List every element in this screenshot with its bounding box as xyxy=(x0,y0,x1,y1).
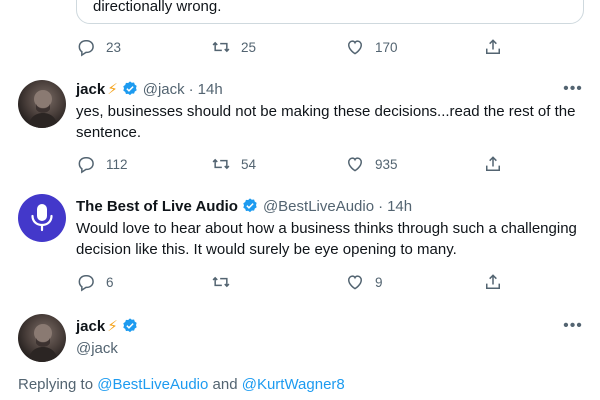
tweet-text: Would love to hear about how a business … xyxy=(76,220,577,258)
mention-link[interactable]: @BestLiveAudio xyxy=(97,376,208,393)
reply-count: 112 xyxy=(106,156,128,172)
like-count: 935 xyxy=(375,156,398,172)
heart-icon xyxy=(347,275,363,290)
handle[interactable]: @BestLiveAudio xyxy=(263,198,374,215)
heart-icon xyxy=(347,157,363,172)
retweet-button[interactable] xyxy=(211,270,231,294)
retweet-count: 25 xyxy=(241,39,257,55)
share-button[interactable] xyxy=(483,270,503,294)
avatar[interactable] xyxy=(18,194,66,242)
like-button[interactable]: 170 xyxy=(345,35,398,59)
display-name[interactable]: jack xyxy=(76,81,105,98)
retweet-count: 54 xyxy=(241,156,257,172)
lightning-icon: ⚡ xyxy=(107,318,118,335)
reply-button[interactable]: 23 xyxy=(76,35,121,59)
tweet-header: jack ⚡ xyxy=(76,316,139,336)
retweet-icon xyxy=(212,158,230,170)
like-count: 170 xyxy=(375,39,398,55)
tweet-header: The Best of Live Audio @BestLiveAudio · … xyxy=(76,196,412,216)
reply-icon xyxy=(78,275,94,292)
reply-button[interactable]: 112 xyxy=(76,152,128,176)
heart-icon xyxy=(347,40,363,55)
like-button[interactable]: 935 xyxy=(345,152,398,176)
display-name[interactable]: jack xyxy=(76,318,105,335)
replying-to: Replying to @BestLiveAudio and @KurtWagn… xyxy=(18,376,345,393)
tweet-actions: 6 9 xyxy=(76,270,516,294)
reply-button[interactable]: 6 xyxy=(76,270,114,294)
mention-link[interactable]: @KurtWagner8 xyxy=(242,376,345,393)
tweet-actions: 23 25 170 xyxy=(76,35,516,59)
share-button[interactable] xyxy=(483,35,503,59)
share-icon xyxy=(486,39,500,54)
retweet-button[interactable]: 25 xyxy=(211,35,256,59)
like-button[interactable]: 9 xyxy=(345,270,383,294)
separator-dot: · xyxy=(378,197,384,215)
display-name[interactable]: The Best of Live Audio xyxy=(76,198,238,215)
quoted-tweet-card[interactable]: directionally wrong. xyxy=(76,0,584,24)
share-icon xyxy=(486,156,500,171)
replying-and-label: and xyxy=(208,376,242,393)
avatar[interactable] xyxy=(18,80,66,128)
retweet-icon xyxy=(212,276,230,288)
lightning-icon: ⚡ xyxy=(107,81,118,98)
reply-icon xyxy=(78,40,94,57)
reply-count: 23 xyxy=(106,39,122,55)
tweet-header-handle: @jack xyxy=(76,338,118,358)
timestamp[interactable]: 14h xyxy=(387,198,412,215)
tweet-text: yes, businesses should not be making the… xyxy=(76,103,576,141)
retweet-button[interactable]: 54 xyxy=(211,152,256,176)
reply-count: 6 xyxy=(106,274,114,290)
handle[interactable]: @jack xyxy=(143,81,185,98)
tweet-actions: 112 54 935 xyxy=(76,152,516,176)
separator-dot: · xyxy=(188,80,194,98)
share-icon xyxy=(486,274,500,289)
verified-badge-icon xyxy=(123,81,137,96)
replying-to-label: Replying to xyxy=(18,376,98,393)
person-photo-icon xyxy=(28,90,58,128)
like-count: 9 xyxy=(375,274,383,290)
reply-icon xyxy=(78,157,94,174)
more-options-button[interactable]: ••• xyxy=(562,317,584,335)
more-options-button[interactable]: ••• xyxy=(562,80,584,98)
timestamp[interactable]: 14h xyxy=(198,81,223,98)
person-photo-icon xyxy=(28,324,58,362)
share-button[interactable] xyxy=(483,152,503,176)
verified-badge-icon xyxy=(123,318,137,333)
avatar[interactable] xyxy=(18,314,66,362)
quoted-tweet-text: directionally wrong. xyxy=(93,0,222,15)
handle[interactable]: @jack xyxy=(76,340,118,357)
microphone-icon xyxy=(31,204,53,232)
retweet-icon xyxy=(212,41,230,53)
verified-badge-icon xyxy=(243,198,257,213)
tweet-header: jack ⚡ @jack · 14h xyxy=(76,79,223,99)
